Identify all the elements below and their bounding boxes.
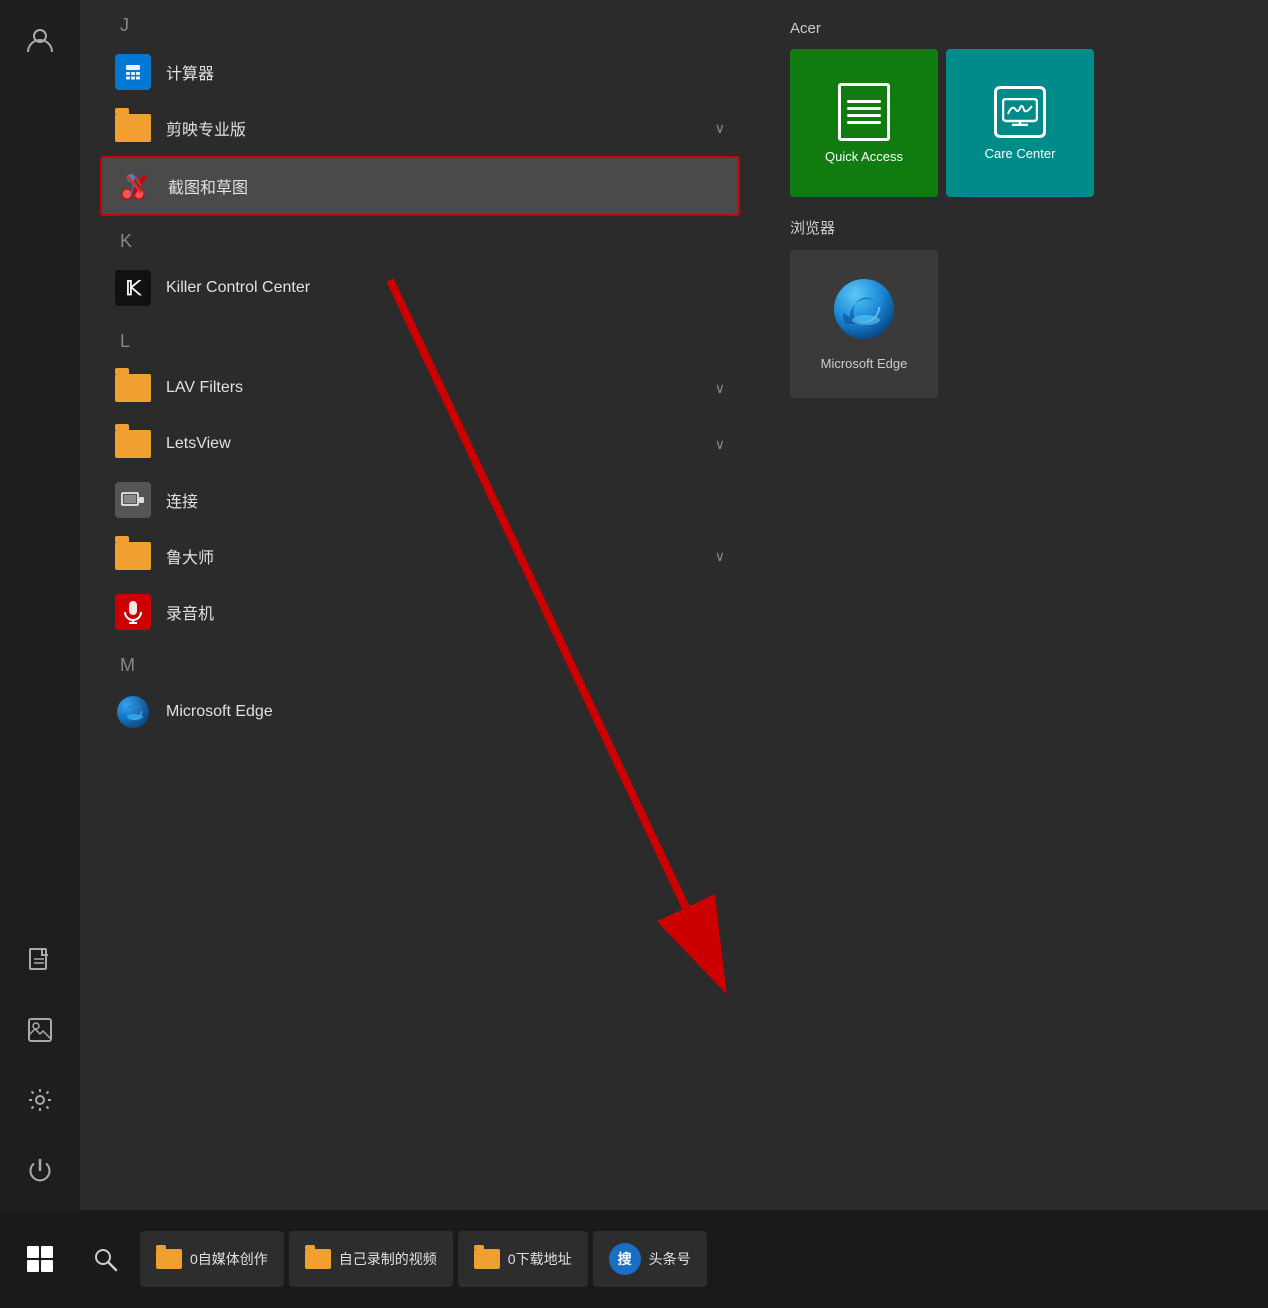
quick-access-tile-label: Quick Access — [825, 149, 903, 164]
connect-label: 连接 — [166, 488, 725, 512]
edge-list-label: Microsoft Edge — [166, 703, 725, 721]
letsview-chevron-icon: ∨ — [715, 436, 725, 453]
lav-label: LAV Filters — [166, 379, 700, 397]
lav-folder-icon — [115, 370, 151, 406]
letsview-item[interactable]: LetsView ∨ — [100, 416, 740, 472]
snip-sketch-label: 截图和草图 — [168, 174, 723, 198]
snip-sketch-item[interactable]: 截图和草图 — [100, 156, 740, 216]
browser-section-title: 浏览器 — [790, 217, 1238, 238]
taskbar-sogou-label: 头条号 — [649, 1249, 691, 1269]
jianying-chevron-icon: ∨ — [715, 120, 725, 137]
care-center-tile[interactable]: Care Center — [946, 49, 1094, 197]
letsview-label: LetsView — [166, 435, 700, 453]
sidebar — [0, 0, 80, 1210]
ludashi-folder-icon — [115, 538, 151, 574]
acer-tile-row: Quick Access Care Center — [790, 49, 1238, 197]
section-k-letter: K — [100, 216, 740, 260]
taskbar-media-folder-icon — [156, 1249, 182, 1269]
edge-tile-label: Microsoft Edge — [821, 356, 908, 371]
edge-item[interactable]: Microsoft Edge — [100, 684, 740, 740]
section-j-letter: J — [100, 0, 740, 44]
calculator-label: 计算器 — [166, 60, 725, 84]
edge-browser-tile-icon — [832, 277, 896, 346]
killer-icon: 𝕂 — [115, 270, 151, 306]
taskbar-media-label: 0自媒体创作 — [190, 1249, 268, 1269]
care-center-tile-icon — [994, 86, 1046, 138]
section-m-letter: M — [100, 640, 740, 684]
taskbar-media-item[interactable]: 0自媒体创作 — [140, 1231, 284, 1287]
power-sidebar-icon[interactable] — [20, 1150, 60, 1190]
killer-label: Killer Control Center — [166, 279, 725, 297]
connect-item[interactable]: 连接 — [100, 472, 740, 528]
search-button[interactable] — [75, 1229, 135, 1289]
recorder-icon — [115, 594, 151, 630]
snip-sketch-icon — [117, 168, 153, 204]
section-l-letter: L — [100, 316, 740, 360]
recorder-item[interactable]: 录音机 — [100, 584, 740, 640]
quick-access-tile-icon — [838, 83, 890, 141]
taskbar: 0自媒体创作 自己录制的视频 0下载地址 搜 头条号 — [0, 1210, 1268, 1308]
start-menu: J 计算器 — [0, 0, 1268, 1210]
connect-icon — [115, 482, 151, 518]
lav-filters-item[interactable]: LAV Filters ∨ — [100, 360, 740, 416]
killer-item[interactable]: 𝕂 Killer Control Center — [100, 260, 740, 316]
user-avatar-button[interactable] — [20, 20, 60, 60]
app-list: J 计算器 — [80, 0, 760, 1210]
photos-sidebar-icon[interactable] — [20, 1010, 60, 1050]
taskbar-sogou-icon: 搜 — [609, 1243, 641, 1275]
start-button[interactable] — [10, 1229, 70, 1289]
calculator-icon — [115, 54, 151, 90]
quick-access-tile[interactable]: Quick Access — [790, 49, 938, 197]
calculator-item[interactable]: 计算器 — [100, 44, 740, 100]
edge-icon — [115, 694, 151, 730]
letsview-folder-icon — [115, 426, 151, 462]
settings-sidebar-icon[interactable] — [20, 1080, 60, 1120]
ludashi-label: 鲁大师 — [166, 544, 700, 568]
lav-chevron-icon: ∨ — [715, 380, 725, 397]
tiles-panel: Acer Quick Access — [760, 0, 1268, 1210]
jianying-folder-item[interactable]: 剪映专业版 ∨ — [100, 100, 740, 156]
taskbar-videos-folder-icon — [305, 1249, 331, 1269]
taskbar-downloads-folder-icon — [474, 1249, 500, 1269]
ludashi-item[interactable]: 鲁大师 ∨ — [100, 528, 740, 584]
taskbar-downloads-item[interactable]: 0下载地址 — [458, 1231, 588, 1287]
taskbar-videos-label: 自己录制的视频 — [339, 1249, 437, 1269]
taskbar-downloads-label: 0下载地址 — [508, 1249, 572, 1269]
taskbar-videos-item[interactable]: 自己录制的视频 — [289, 1231, 453, 1287]
document-sidebar-icon[interactable] — [20, 940, 60, 980]
browser-tile-row: Microsoft Edge — [790, 250, 1238, 398]
taskbar-sogou-item[interactable]: 搜 头条号 — [593, 1231, 707, 1287]
ludashi-chevron-icon: ∨ — [715, 548, 725, 565]
acer-section-title: Acer — [790, 20, 1238, 37]
care-center-tile-label: Care Center — [985, 146, 1056, 161]
edge-browser-tile[interactable]: Microsoft Edge — [790, 250, 938, 398]
jianying-folder-icon — [115, 110, 151, 146]
jianying-label: 剪映专业版 — [166, 116, 700, 140]
recorder-label: 录音机 — [166, 600, 725, 624]
